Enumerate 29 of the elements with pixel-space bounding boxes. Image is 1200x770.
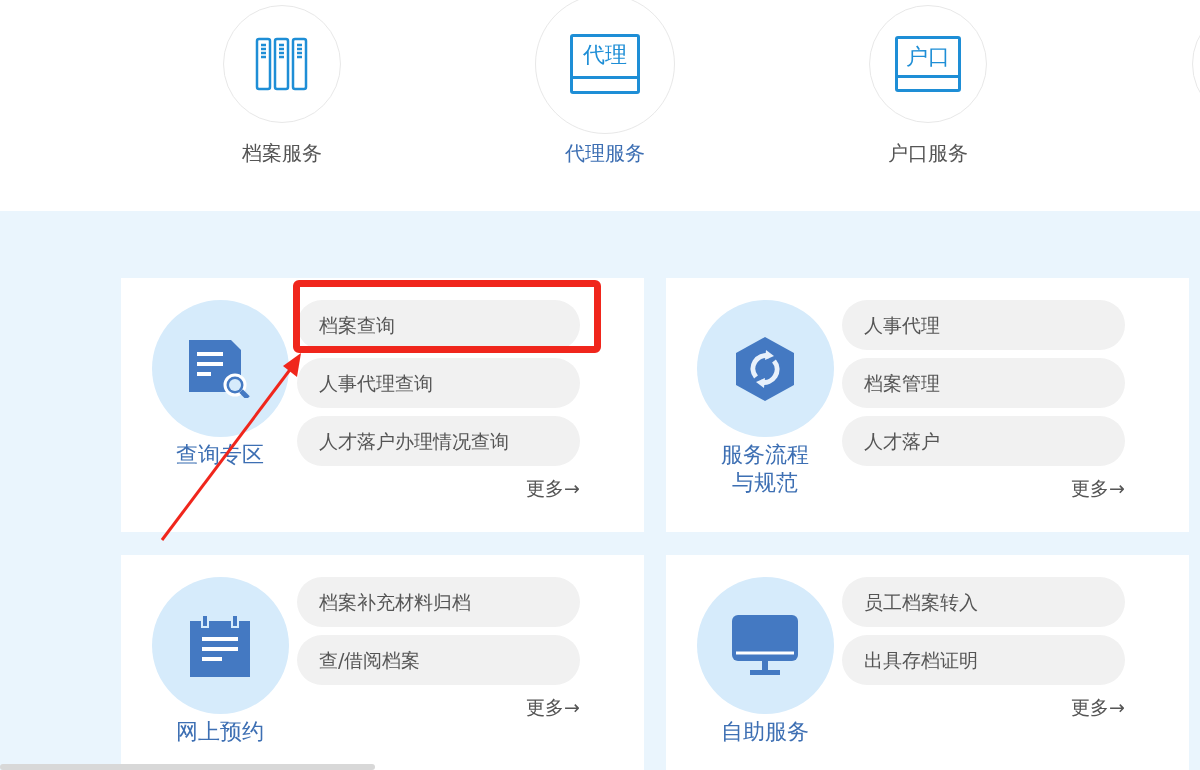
service-link[interactable]: 档案管理 — [842, 358, 1125, 408]
service-link[interactable]: 员工档案转入 — [842, 577, 1125, 627]
card-title[interactable]: 服务流程与规范 — [719, 441, 811, 497]
books-icon — [254, 37, 309, 91]
more-link[interactable]: 更多→ — [1071, 695, 1125, 721]
service-link[interactable]: 人才落户办理情况查询 — [297, 416, 580, 466]
service-label[interactable]: 户口服务 — [887, 140, 968, 167]
service-circle[interactable]: 户口 — [868, 5, 987, 123]
service-link[interactable]: 人事代理 — [842, 300, 1125, 350]
card-title[interactable]: 自助服务 — [719, 718, 811, 746]
service-label[interactable]: 代理服务 — [564, 140, 645, 167]
service-link[interactable]: 出具存档证明 — [842, 635, 1125, 685]
service-circle[interactable]: 代理 — [534, 0, 675, 134]
badge-text: 户口 — [904, 43, 951, 71]
more-link[interactable]: 更多→ — [526, 695, 580, 721]
service-link[interactable]: 档案补充材料归档 — [297, 577, 580, 627]
document-search-icon — [189, 339, 251, 398]
horizontal-scrollbar[interactable] — [0, 764, 375, 770]
more-link[interactable]: 更多→ — [1071, 476, 1125, 502]
monitor-icon — [732, 614, 798, 677]
service-link[interactable]: 人事代理查询 — [297, 358, 580, 408]
service-link[interactable]: 查/借阅档案 — [297, 635, 580, 685]
more-link[interactable]: 更多→ — [526, 476, 580, 502]
service-link[interactable]: 人才落户 — [842, 416, 1125, 466]
service-label[interactable]: 档案服务 — [241, 140, 322, 167]
notepad-icon — [190, 614, 250, 677]
refresh-icon — [736, 336, 794, 401]
card-title[interactable]: 网上预约 — [174, 718, 266, 746]
badge-text: 代理 — [581, 41, 628, 69]
